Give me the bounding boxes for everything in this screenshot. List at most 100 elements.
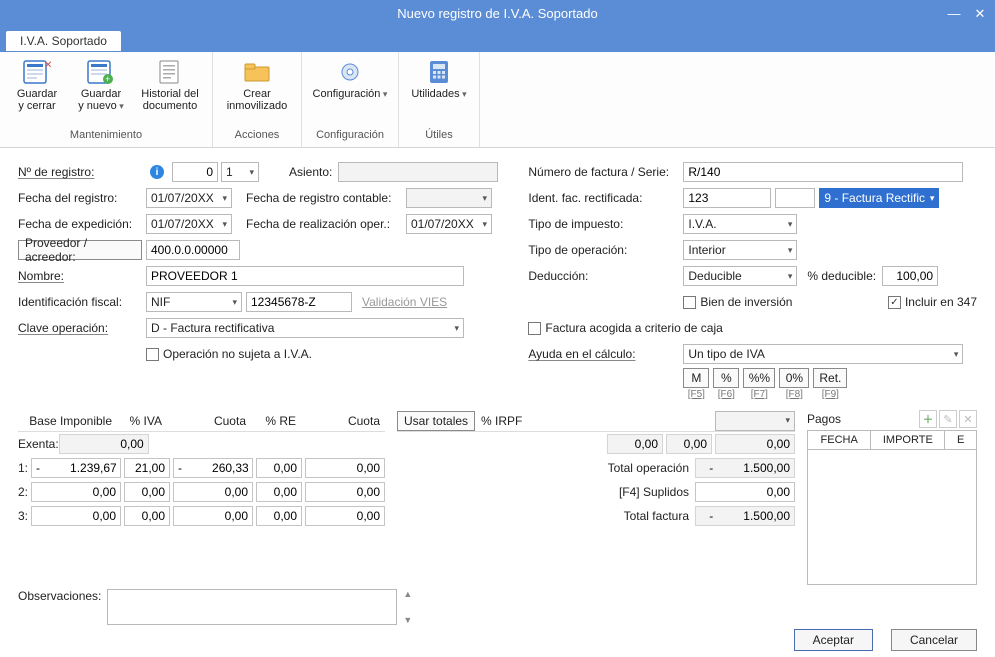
r3-cuota[interactable] xyxy=(173,506,253,526)
fecha-reg-contable-input[interactable]: ▾ xyxy=(406,188,492,208)
tipo-impuesto-select[interactable]: I.V.A.▾ xyxy=(683,214,797,234)
nombre-label: Nombre: xyxy=(18,269,146,283)
col-importe: IMPORTE xyxy=(871,431,945,450)
asiento-input xyxy=(338,162,498,182)
r2-cuota2[interactable] xyxy=(305,482,385,502)
n-registro-label: Nº de registro: xyxy=(18,165,146,179)
btn-pct[interactable]: % xyxy=(713,368,739,388)
col-e: E xyxy=(945,431,977,450)
historial-label: Historial del documento xyxy=(136,88,204,112)
r1-cuota[interactable] xyxy=(173,458,253,478)
observaciones-input[interactable] xyxy=(107,589,397,625)
ayuda-calculo-select[interactable]: Un tipo de IVA▾ xyxy=(683,344,963,364)
crear-inmovilizado-label: Crear inmovilizado xyxy=(221,88,293,112)
pago-delete-icon[interactable]: ✕ xyxy=(959,410,977,428)
bien-inversion-checkbox[interactable]: Bien de inversión xyxy=(683,295,792,309)
fecha-expedicion-input[interactable]: 01/07/20XX▾ xyxy=(146,214,232,234)
pct-deducible-input[interactable] xyxy=(882,266,938,286)
ident-rect-input[interactable] xyxy=(683,188,771,208)
r1-pctiva[interactable] xyxy=(124,458,170,478)
r2-cuota[interactable] xyxy=(173,482,253,502)
minimize-button[interactable]: — xyxy=(945,0,963,28)
btn-m[interactable]: M xyxy=(683,368,709,388)
svg-text:+: + xyxy=(105,74,110,84)
fecha-realizacion-input[interactable]: 01/07/20XX▾ xyxy=(406,214,492,234)
r1-cuota2[interactable] xyxy=(305,458,385,478)
utilidades-button[interactable]: Utilidades xyxy=(407,56,471,100)
proveedor-button[interactable]: Proveedor / acreedor: xyxy=(18,240,142,260)
history-icon xyxy=(154,58,186,86)
ident-tipo-select[interactable]: NIF▾ xyxy=(146,292,242,312)
fecha-registro-input[interactable]: 01/07/20XX▾ xyxy=(146,188,232,208)
pago-edit-icon[interactable]: ✎ xyxy=(939,410,957,428)
r2-pctiva[interactable] xyxy=(124,482,170,502)
r3-base[interactable] xyxy=(31,506,121,526)
aceptar-button[interactable]: Aceptar xyxy=(794,629,873,651)
crear-inmovilizado-button[interactable]: Crear inmovilizado xyxy=(221,56,293,112)
scroll-down-icon[interactable]: ▼ xyxy=(403,615,412,625)
r2-base[interactable] xyxy=(31,482,121,502)
row3-label: 3: xyxy=(18,509,28,523)
scroll-up-icon[interactable]: ▲ xyxy=(403,589,412,599)
close-button[interactable]: ✕ xyxy=(971,0,989,28)
r3-pctre[interactable] xyxy=(256,506,302,526)
n-registro-input[interactable] xyxy=(172,162,218,182)
fecha-registro-label: Fecha del registro: xyxy=(18,191,146,205)
no-sujeta-iva-checkbox[interactable]: Operación no sujeta a I.V.A. xyxy=(146,347,312,361)
folder-icon xyxy=(241,58,273,86)
guardar-nuevo-label: Guardar y nuevo xyxy=(72,88,130,112)
form-right: Número de factura / Serie: Ident. fac. r… xyxy=(528,160,977,402)
exenta-base xyxy=(59,434,149,454)
ident-valor-input[interactable] xyxy=(246,292,352,312)
total-op-label: Total operación xyxy=(579,461,689,475)
pago-add-icon[interactable]: ＋ xyxy=(919,410,937,428)
group-configuracion-label: Configuración xyxy=(310,129,390,145)
col-cuota2: Cuota xyxy=(296,414,380,428)
nombre-input[interactable] xyxy=(146,266,464,286)
r3-cuota2[interactable] xyxy=(305,506,385,526)
clave-operacion-select[interactable]: D - Factura rectificativa▾ xyxy=(146,318,464,338)
historial-button[interactable]: Historial del documento xyxy=(136,56,204,112)
btn-0pct[interactable]: 0% xyxy=(779,368,809,388)
r1-pctre[interactable] xyxy=(256,458,302,478)
num-factura-label: Número de factura / Serie: xyxy=(528,165,683,179)
pagos-panel: Pagos ＋ ✎ ✕ FECHA IMPORTE E xyxy=(807,410,977,585)
save-new-icon: + xyxy=(85,58,117,86)
ribbon: ✕ Guardar y cerrar + Guardar y nuevo His… xyxy=(0,52,995,148)
r2-pctre[interactable] xyxy=(256,482,302,502)
r3-pctiva[interactable] xyxy=(124,506,170,526)
pagos-body[interactable] xyxy=(807,450,977,585)
num-factura-input[interactable] xyxy=(683,162,963,182)
tipo-operacion-select[interactable]: Interior▾ xyxy=(683,240,797,260)
group-acciones-label: Acciones xyxy=(221,129,293,145)
ident-rect-extra-input[interactable] xyxy=(775,188,815,208)
criterio-caja-checkbox[interactable]: Factura acogida a criterio de caja xyxy=(528,321,722,335)
r1-base[interactable] xyxy=(31,458,121,478)
configuracion-button[interactable]: Configuración xyxy=(310,56,390,100)
col-pctiva: % IVA xyxy=(112,414,162,428)
proveedor-input[interactable] xyxy=(146,240,240,260)
deduccion-select[interactable]: Deducible▾ xyxy=(683,266,797,286)
btn-pctpct[interactable]: %% xyxy=(743,368,775,388)
total-fac-label: Total factura xyxy=(579,509,689,523)
cancelar-button[interactable]: Cancelar xyxy=(891,629,977,651)
guardar-cerrar-button[interactable]: ✕ Guardar y cerrar xyxy=(8,56,66,112)
info-icon[interactable]: i xyxy=(150,165,164,179)
ident-rect-tipo-select[interactable]: 9 - Factura Rectific▾ xyxy=(819,188,939,208)
suplidos-value[interactable] xyxy=(695,482,795,502)
n-registro-serie-select[interactable]: 1▾ xyxy=(221,162,259,182)
gear-icon xyxy=(334,58,366,86)
window-title: Nuevo registro de I.V.A. Soportado xyxy=(397,6,597,21)
deduccion-label: Deducción: xyxy=(528,269,683,283)
validacion-vies-link[interactable]: Validación VIES xyxy=(362,295,447,309)
incluir-347-checkbox[interactable]: ✓Incluir en 347 xyxy=(888,295,977,309)
save-close-icon: ✕ xyxy=(21,58,53,86)
tab-iva-soportado[interactable]: I.V.A. Soportado xyxy=(6,31,121,51)
col-fecha: FECHA xyxy=(808,431,871,450)
pagos-table: FECHA IMPORTE E xyxy=(807,430,977,450)
totals-block: Usar totales % IRPF ▾ Total operación [F… xyxy=(397,410,795,585)
btn-ret[interactable]: Ret. xyxy=(813,368,847,388)
irpf-select[interactable]: ▾ xyxy=(715,411,795,431)
usar-totales-button[interactable]: Usar totales xyxy=(397,411,475,431)
guardar-nuevo-button[interactable]: + Guardar y nuevo xyxy=(72,56,130,112)
